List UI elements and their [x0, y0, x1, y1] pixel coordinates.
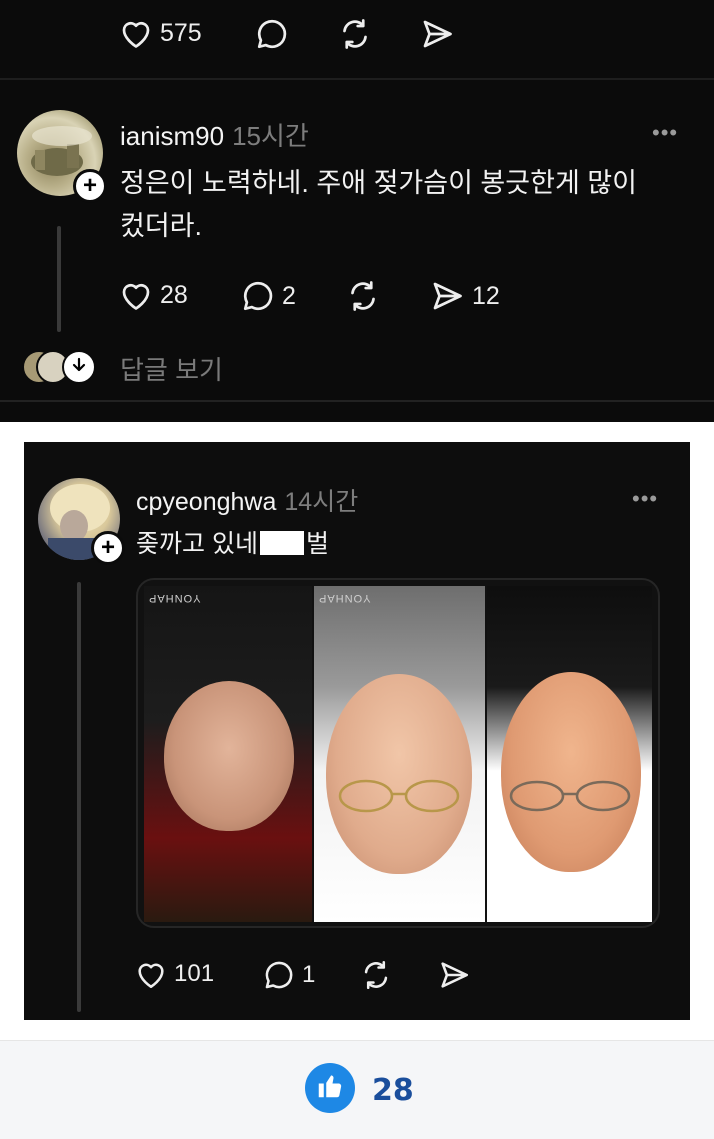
username[interactable]: cpyeonghwa [136, 488, 276, 516]
comment-text: 벌 [305, 530, 329, 558]
reply-action[interactable] [254, 16, 290, 52]
redaction-box [259, 531, 304, 555]
like-count: 28 [160, 280, 188, 309]
attached-image[interactable]: YONHAP YONHAP [136, 578, 660, 928]
comment-bubble-icon [254, 16, 290, 52]
more-options-button[interactable]: ••• [632, 486, 658, 512]
repost-action[interactable] [344, 278, 382, 314]
reply-action[interactable]: 1 [262, 958, 315, 992]
glasses-icon [338, 779, 460, 813]
face [326, 674, 472, 874]
share-count: 12 [472, 281, 500, 310]
like-action[interactable]: 575 [118, 16, 202, 50]
repost-icon [358, 958, 394, 992]
repost-action[interactable] [358, 958, 394, 992]
comment-bubble-icon [262, 958, 296, 992]
heart-icon [118, 278, 154, 312]
share-action[interactable] [418, 16, 456, 52]
heart-icon [118, 16, 154, 50]
footer-like-count: 28 [372, 1073, 414, 1108]
send-icon [428, 278, 466, 314]
reply-avatars[interactable] [22, 350, 102, 386]
thread-line [57, 226, 61, 332]
repost-action[interactable] [336, 16, 374, 52]
comment-bubble-icon [240, 278, 276, 314]
article-footer [0, 1040, 714, 1139]
glasses-icon [509, 780, 631, 812]
divider [0, 78, 714, 80]
repost-icon [344, 278, 382, 314]
like-count: 101 [174, 960, 215, 987]
share-action[interactable] [436, 958, 472, 992]
repost-icon [336, 16, 374, 52]
comment-text-line: 정은이 노력하네. 주애 젖가슴이 봉긋한게 많이 [120, 168, 637, 198]
send-icon [418, 16, 456, 52]
watermark: YONHAP [318, 592, 371, 604]
chevron-down-icon [69, 355, 89, 380]
like-button[interactable] [305, 1063, 355, 1113]
face [164, 681, 294, 831]
like-action[interactable]: 28 [118, 278, 188, 312]
comment-header: ianism90 15시간 [120, 116, 309, 153]
divider [0, 400, 714, 402]
thread-line [77, 582, 81, 1012]
expand-replies-button[interactable] [62, 350, 96, 384]
like-count: 575 [160, 18, 202, 47]
share-action[interactable]: 12 [428, 278, 500, 314]
comment-body: 정은이 노력하네. 주애 젖가슴이 봉긋한게 많이 컸더라. [120, 162, 637, 248]
plus-icon: + [82, 172, 97, 199]
thread-screenshot-1: 575 + ianism90 15시간 ••• 정은이 노력하네. 주애 젖가슴이… [0, 0, 714, 422]
reply-count: 2 [282, 281, 296, 310]
image-panel [487, 586, 652, 922]
timestamp: 14시간 [284, 488, 359, 516]
like-action[interactable]: 101 [134, 958, 214, 990]
follow-button[interactable]: + [73, 169, 107, 203]
more-options-button[interactable]: ••• [652, 120, 678, 146]
image-panel: YONHAP [144, 586, 312, 922]
comment-text: 좆까고 있네 [136, 530, 258, 558]
image-panel: YONHAP [314, 586, 485, 922]
send-icon [436, 958, 472, 992]
reply-action[interactable]: 2 [240, 278, 296, 314]
comment-text-line: 컸더라. [120, 211, 203, 241]
username[interactable]: ianism90 [120, 121, 224, 151]
comment-body: 좆까고 있네 벌 [136, 524, 329, 564]
thumbs-up-icon [315, 1071, 345, 1106]
face [501, 672, 641, 872]
reply-count: 1 [302, 961, 316, 988]
comment-header: cpyeonghwa 14시간 [136, 482, 358, 518]
follow-button[interactable]: + [91, 531, 125, 565]
heart-icon [134, 958, 168, 990]
timestamp: 15시간 [232, 121, 309, 151]
view-replies-link[interactable]: 답글 보기 [120, 350, 223, 387]
plus-icon: + [100, 534, 115, 561]
watermark: YONHAP [148, 592, 201, 604]
